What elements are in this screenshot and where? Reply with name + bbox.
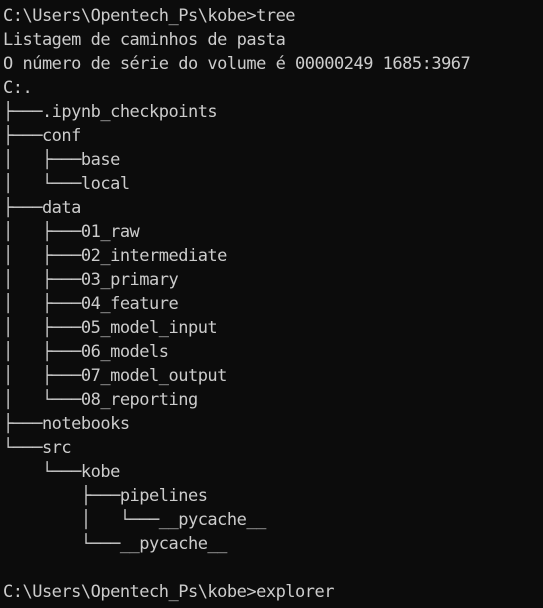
tree-item-02-intermediate: │ ├───02_intermediate (3, 246, 227, 266)
tree-item-notebooks: ├───notebooks (3, 414, 130, 434)
tree-item-local: │ └───local (3, 174, 130, 194)
tree-root: C:. (3, 78, 33, 98)
tree-item-conf: ├───conf (3, 126, 81, 146)
tree-item-data: ├───data (3, 198, 81, 218)
console-window[interactable]: C:\Users\Opentech_Ps\kobe>tree Listagem … (0, 0, 543, 608)
tree-item-src: └───src (3, 438, 72, 458)
tree-item-05-model-input: │ ├───05_model_input (3, 318, 218, 338)
tree-item-pipelines: ├───pipelines (3, 486, 208, 506)
tree-item-kobe: └───kobe (3, 462, 120, 482)
tree-item-08-reporting: │ └───08_reporting (3, 390, 198, 410)
tree-item-pipelines-pycache: │ └───__pycache__ (3, 510, 266, 530)
tree-item-07-model-output: │ ├───07_model_output (3, 366, 227, 386)
tree-item-kobe-pycache: └───__pycache__ (3, 534, 228, 554)
output-line-volume-serial: O número de série do volume é 00000249 1… (3, 54, 471, 74)
tree-item-01-raw: │ ├───01_raw (3, 222, 140, 242)
command-line-explorer[interactable]: C:\Users\Opentech_Ps\kobe>explorer (3, 580, 543, 604)
tree-item-base: │ ├───base (3, 150, 120, 170)
tree-item-ipynb-checkpoints: ├───.ipynb_checkpoints (3, 102, 218, 122)
output-line-header: Listagem de caminhos de pasta (3, 30, 286, 50)
tree-item-03-primary: │ ├───03_primary (3, 270, 179, 290)
command-line-tree: C:\Users\Opentech_Ps\kobe>tree (3, 6, 296, 26)
tree-item-04-feature: │ ├───04_feature (3, 294, 179, 314)
tree-item-06-models: │ ├───06_models (3, 342, 169, 362)
